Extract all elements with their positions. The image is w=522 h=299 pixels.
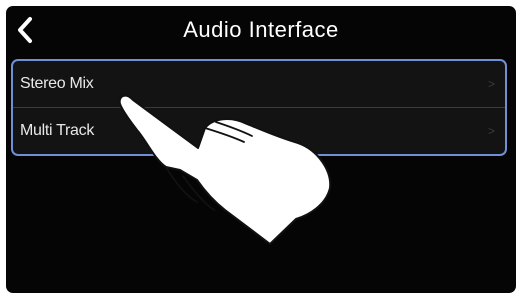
menu-list: Stereo Mix > Multi Track > (11, 59, 507, 156)
device-screen: Audio Interface Stereo Mix > Multi Track… (6, 6, 516, 293)
chevron-right-icon: > (487, 124, 495, 138)
header-bar: Audio Interface (6, 6, 516, 54)
page-title: Audio Interface (183, 17, 339, 42)
menu-item-label: Stereo Mix (20, 75, 94, 92)
menu-item-label: Multi Track (20, 122, 95, 139)
menu-item-stereo-mix[interactable]: Stereo Mix > (13, 61, 505, 107)
menu-item-multi-track[interactable]: Multi Track > (13, 108, 505, 154)
chevron-right-icon: > (487, 77, 495, 91)
